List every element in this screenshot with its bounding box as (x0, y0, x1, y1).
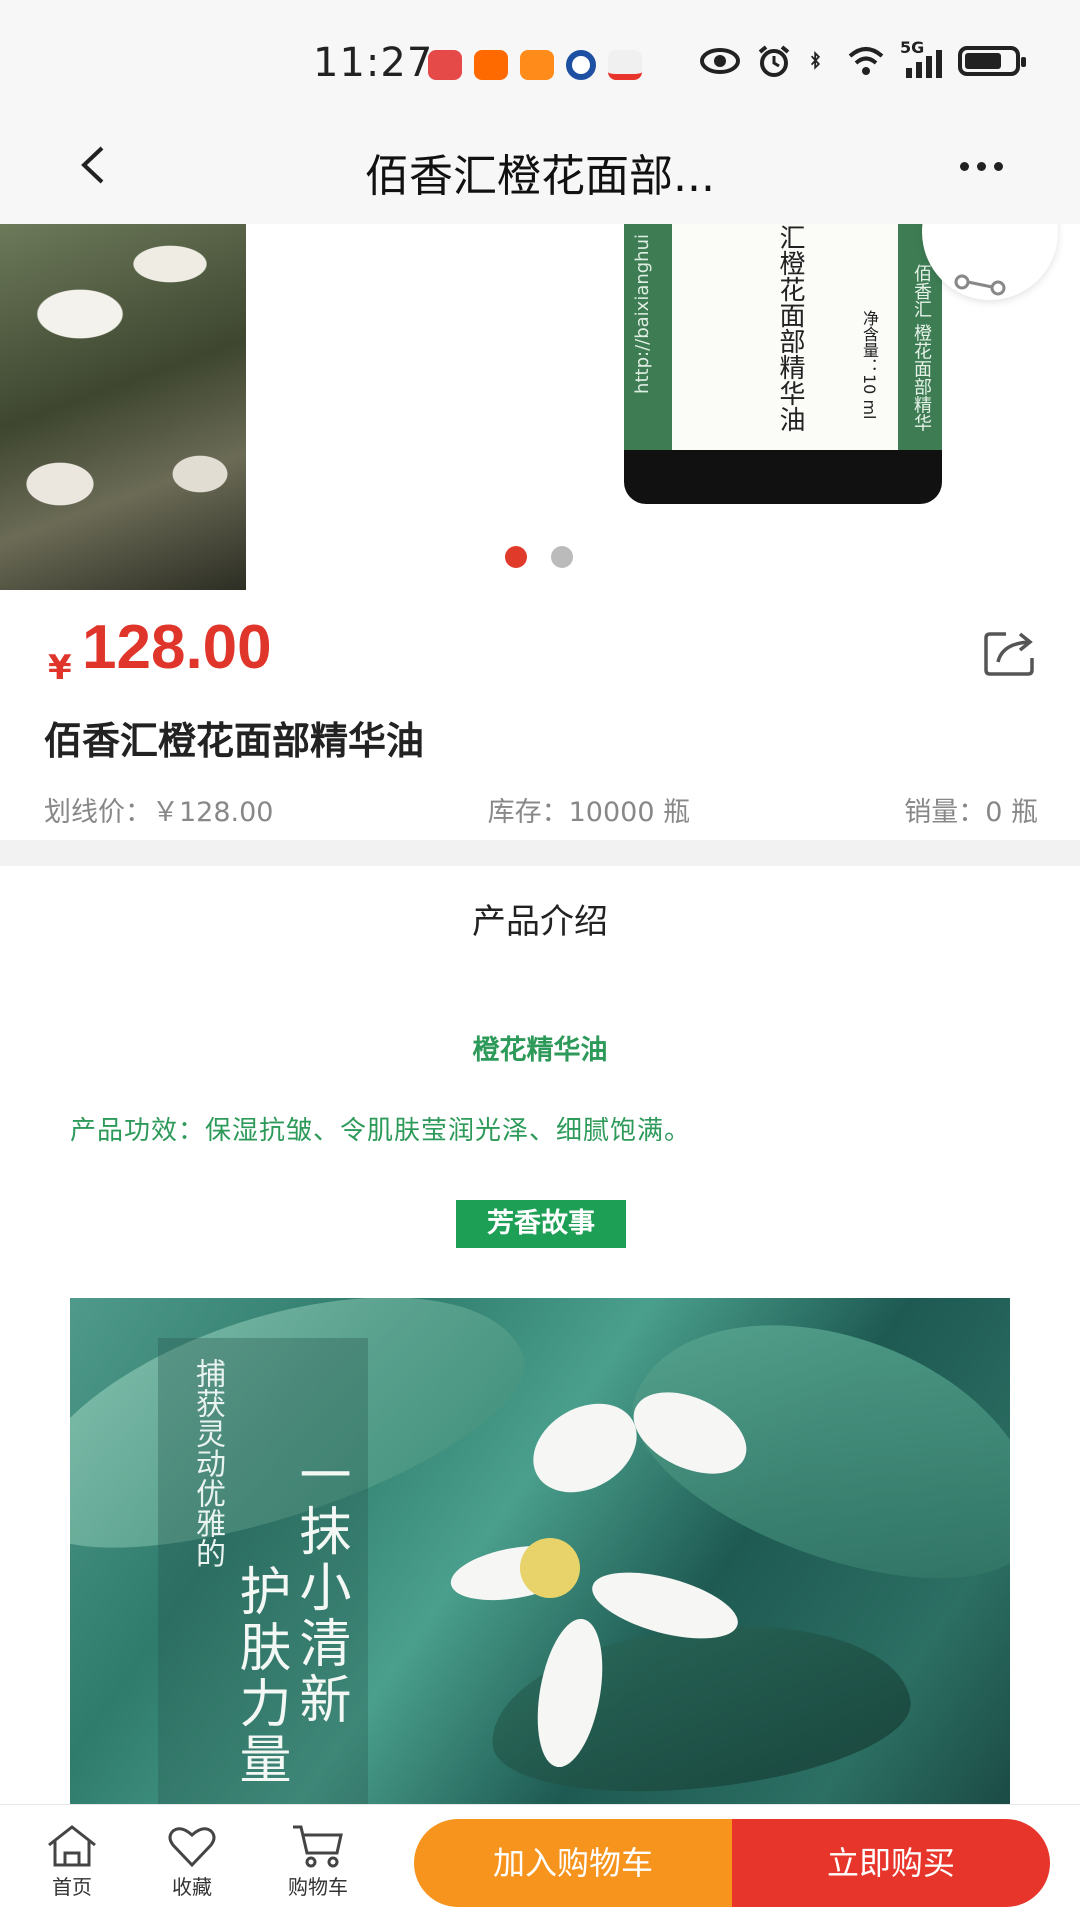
battery-icon (958, 46, 1026, 76)
share-nodes-icon (954, 274, 1006, 296)
status-indicators: 5G (700, 38, 1026, 78)
alarm-icon (758, 45, 790, 77)
story-image: 捕获灵动优雅的 一抹小清新 护肤力量 (70, 1298, 1010, 1804)
product-image-carousel[interactable]: http://baixianghui 汇橙花面部精华油 净含量：10 ml 佰香… (0, 224, 1080, 590)
bottle-url-text: http://baixianghui (632, 234, 653, 394)
tab-favorites-label: 收藏 (172, 1875, 212, 1899)
product-meta-row: 划线价：￥128.00 库存：10000 瓶 销量：0 瓶 (44, 790, 1038, 829)
bottle-cap (624, 450, 942, 504)
bottom-action-bar: 首页 收藏 购物车 加入购物车 立即购买 (0, 1804, 1080, 1920)
notification-app-icons (428, 50, 642, 80)
huawei-app-icon (428, 50, 462, 80)
orange-blossom-image (0, 224, 246, 590)
intro-heading: 产品介绍 (472, 902, 608, 942)
story-headline-1: 护肤力量 (230, 1564, 290, 1788)
carousel-dot[interactable] (551, 546, 573, 568)
mobile-carrier-app-icon (608, 50, 642, 80)
list-price: 划线价：￥128.00 (44, 797, 274, 828)
intro-subtitle: 橙花精华油 (472, 1035, 608, 1066)
price-value: 128.00 (82, 613, 272, 682)
tab-home-label: 首页 (52, 1875, 92, 1899)
bottle-product-name: 汇橙花面部精华油 (775, 224, 805, 432)
tab-cart-label: 购物车 (288, 1875, 348, 1899)
product-title: 佰香汇橙花面部精华油 (44, 719, 425, 763)
status-time: 11:27 (313, 40, 434, 86)
heart-icon (168, 1827, 216, 1868)
tab-favorites[interactable]: 收藏 (142, 1823, 242, 1900)
story-badge: 芳香故事 (456, 1200, 626, 1248)
status-bar: 11:27 5G (0, 0, 1080, 110)
buy-now-button[interactable]: 立即购买 (732, 1819, 1050, 1907)
network-label: 5G (900, 38, 925, 57)
tab-home[interactable]: 首页 (22, 1823, 122, 1900)
taobao-flash-app-icon (520, 50, 554, 80)
nav-bar: 佰香汇橙花面部... (0, 110, 1080, 224)
product-bottle-image: http://baixianghui 汇橙花面部精华油 净含量：10 ml 佰香… (624, 224, 942, 504)
tab-cart[interactable]: 购物车 (268, 1823, 368, 1900)
carousel-dots (505, 546, 573, 568)
page-title: 佰香汇橙花面部... (365, 151, 715, 202)
cart-icon (293, 1825, 343, 1868)
bottle-label: http://baixianghui 汇橙花面部精华油 净含量：10 ml 佰香… (624, 224, 942, 450)
price-currency: ¥ (48, 648, 72, 688)
product-effect-text: 产品功效：保湿抗皱、令肌肤莹润光泽、细腻饱满。 (70, 1116, 692, 1146)
chevron-left-icon[interactable] (70, 140, 120, 190)
home-icon (48, 1825, 96, 1867)
taobao-app-icon (474, 50, 508, 80)
floating-share-button[interactable] (922, 224, 1058, 300)
story-headline-2: 一抹小清新 (290, 1448, 350, 1728)
stock-count: 库存：10000 瓶 (487, 797, 691, 828)
price-card: ¥ 128.00 佰香汇橙花面部精华油 划线价：￥128.00 库存：10000… (0, 590, 1080, 840)
eye-icon (700, 48, 740, 74)
bluetooth-icon (810, 51, 821, 70)
more-dots-icon[interactable] (960, 162, 1003, 171)
add-to-cart-button[interactable]: 加入购物车 (414, 1819, 732, 1907)
section-divider (0, 840, 1080, 866)
story-small-text: 捕获灵动优雅的 (190, 1358, 225, 1568)
share-icon[interactable] (984, 628, 1036, 676)
carousel-dot-active[interactable] (505, 546, 527, 568)
signal-icon: 5G (900, 38, 944, 78)
bank-app-icon (566, 50, 596, 80)
sales-count: 销量：0 瓶 (904, 797, 1038, 828)
bottle-net-content: 净含量：10 ml (860, 310, 879, 420)
wifi-icon (848, 47, 884, 75)
